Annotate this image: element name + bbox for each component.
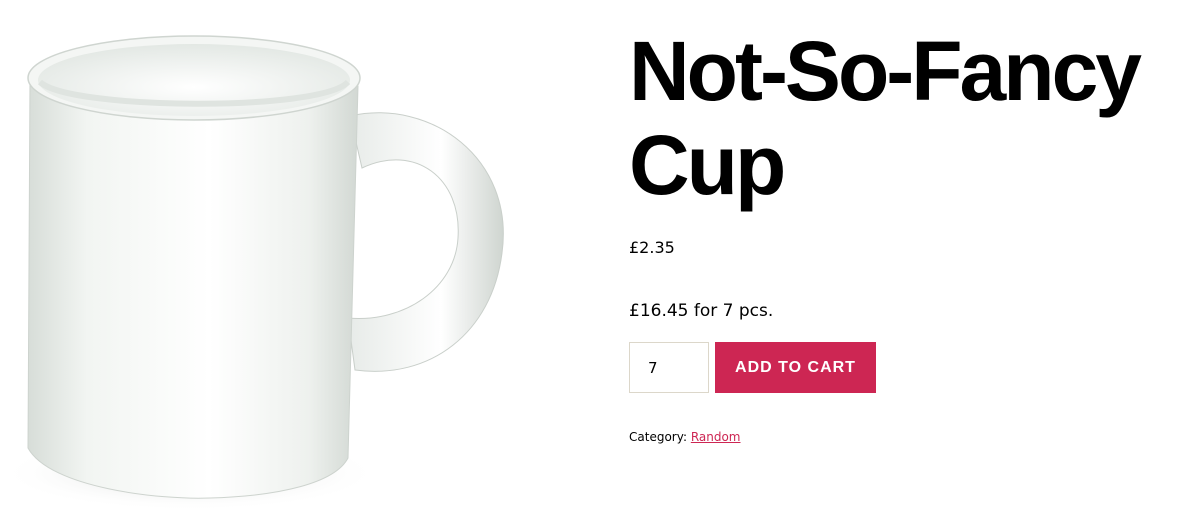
product-price: £2.35 — [629, 238, 675, 257]
category-link[interactable]: Random — [691, 430, 741, 444]
product-page: Not-So-Fancy Cup £2.35 £16.45 for 7 pcs.… — [0, 0, 1187, 516]
white-mug-icon — [10, 35, 504, 511]
product-meta: Category: Random — [629, 429, 741, 445]
add-to-cart-form: ADD TO CART — [629, 342, 876, 393]
quantity-input[interactable] — [629, 342, 709, 393]
product-title: Not-So-Fancy Cup — [629, 24, 1142, 212]
add-to-cart-button[interactable]: ADD TO CART — [715, 342, 876, 393]
category-label: Category: — [629, 430, 687, 444]
product-summary: Not-So-Fancy Cup £2.35 £16.45 for 7 pcs.… — [629, 24, 1185, 444]
product-image[interactable] — [10, 18, 510, 516]
bulk-price: £16.45 for 7 pcs. — [629, 301, 774, 321]
